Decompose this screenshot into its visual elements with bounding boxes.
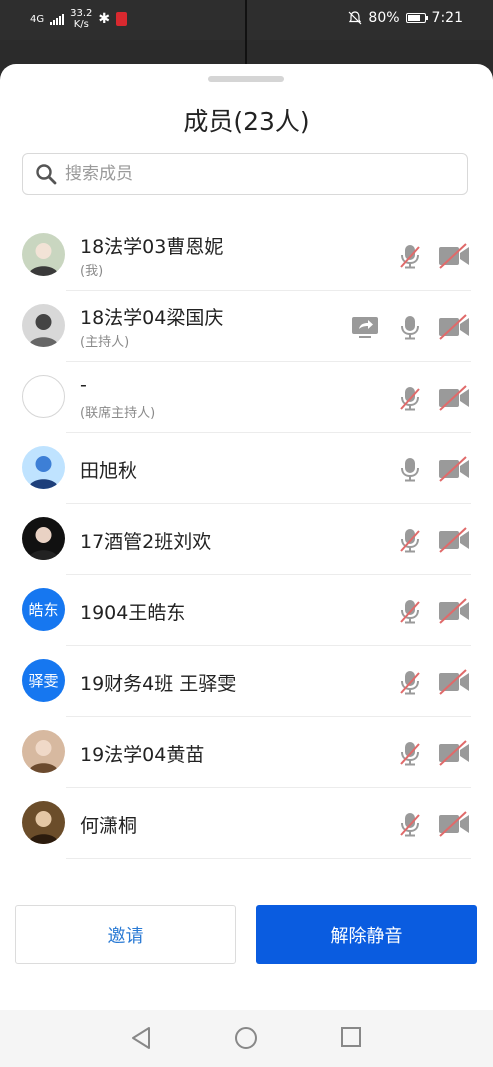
speed-unit: K/s [73, 19, 89, 30]
member-name: 何潇桐 [80, 815, 138, 837]
mic-muted-icon[interactable] [396, 668, 424, 696]
back-icon[interactable] [130, 1026, 152, 1050]
member-name: - [80, 374, 87, 396]
mic-muted-icon[interactable] [396, 242, 424, 270]
avatar-text: 皓东 [22, 588, 65, 631]
member-row[interactable]: 19法学04黄苗 [0, 717, 493, 788]
mic-icon[interactable] [396, 455, 424, 483]
search-input[interactable] [63, 163, 447, 185]
drag-handle[interactable] [208, 76, 284, 82]
avatar [22, 730, 65, 773]
mic-muted-icon[interactable] [396, 739, 424, 767]
member-row[interactable]: 18法学03曹恩妮 (我) [0, 220, 493, 291]
mute-bell-icon [348, 11, 362, 25]
avatar [22, 446, 65, 489]
member-name: 18法学04梁国庆 [80, 307, 224, 329]
member-row[interactable]: - (联席主持人) [0, 362, 493, 433]
search-box[interactable] [22, 153, 468, 195]
camera-off-icon[interactable] [437, 810, 471, 838]
camera-off-icon[interactable] [437, 526, 471, 554]
speed-value: 33.2 [70, 8, 93, 19]
camera-off-icon[interactable] [437, 313, 471, 341]
camera-off-icon[interactable] [437, 384, 471, 412]
camera-off-icon[interactable] [437, 242, 471, 270]
row-divider [66, 858, 471, 859]
member-name: 17酒管2班刘欢 [80, 531, 212, 553]
mic-muted-icon[interactable] [396, 384, 424, 412]
status-right: 80% 7:21 [348, 10, 463, 26]
member-name: 1904王皓东 [80, 602, 186, 624]
sheet-title: 成员(23人) [183, 107, 310, 136]
bluetooth-icon: ✱ [98, 11, 111, 27]
mic-icon[interactable] [396, 313, 424, 341]
mic-muted-icon[interactable] [396, 597, 424, 625]
member-row[interactable]: 田旭秋 [0, 433, 493, 504]
member-list[interactable]: 18法学03曹恩妮 (我) 18法学04梁国庆 (主持人) - (联席主持人) 田旭秋 17酒… [0, 220, 493, 882]
member-row[interactable]: 皓东 1904王皓东 [0, 575, 493, 646]
camera-off-icon[interactable] [437, 455, 471, 483]
mic-muted-icon[interactable] [396, 810, 424, 838]
clock: 7:21 [431, 10, 463, 26]
mic-muted-icon[interactable] [396, 526, 424, 554]
network-speed: 33.2 K/s [70, 8, 92, 30]
battery-icon [405, 13, 428, 23]
member-row[interactable]: 18法学04梁国庆 (主持人) [0, 291, 493, 362]
member-role: (主持人) [80, 335, 130, 350]
status-left: 4G 33.2 K/s ✱ [30, 8, 128, 30]
recents-icon[interactable] [340, 1026, 362, 1048]
nav-bar [0, 1010, 493, 1067]
member-name: 19财务4班 王驿雯 [80, 673, 237, 695]
avatar-placeholder [22, 375, 65, 418]
avatar [22, 233, 65, 276]
members-sheet: 成员(23人) 18法学03曹恩妮 (我) 18法学04梁国庆 (主持人) - (联席主持… [0, 64, 493, 1010]
unmute-all-button[interactable]: 解除静音 [256, 905, 477, 964]
member-role: (联席主持人) [80, 406, 156, 421]
member-role: (我) [80, 264, 104, 279]
avatar-text: 驿雯 [22, 659, 65, 702]
member-row[interactable]: 驿雯 19财务4班 王驿雯 [0, 646, 493, 717]
member-name: 19法学04黄苗 [80, 744, 205, 766]
member-name: 18法学03曹恩妮 [80, 236, 224, 258]
avatar [22, 801, 65, 844]
camera-off-icon[interactable] [437, 739, 471, 767]
invite-button[interactable]: 邀请 [15, 905, 236, 964]
split-divider [245, 0, 247, 66]
recording-icon [116, 12, 128, 26]
home-icon[interactable] [234, 1026, 258, 1050]
member-name: 田旭秋 [80, 460, 138, 482]
member-row[interactable]: 何潇桐 [0, 788, 493, 859]
signal-icon [50, 13, 65, 25]
battery-percent: 80% [368, 10, 400, 26]
avatar [22, 304, 65, 347]
camera-off-icon[interactable] [437, 597, 471, 625]
screen-share-icon[interactable] [350, 313, 380, 341]
network-type: 4G [30, 13, 45, 25]
search-icon [36, 164, 57, 185]
member-row[interactable]: 17酒管2班刘欢 [0, 504, 493, 575]
camera-off-icon[interactable] [437, 668, 471, 696]
avatar [22, 517, 65, 560]
